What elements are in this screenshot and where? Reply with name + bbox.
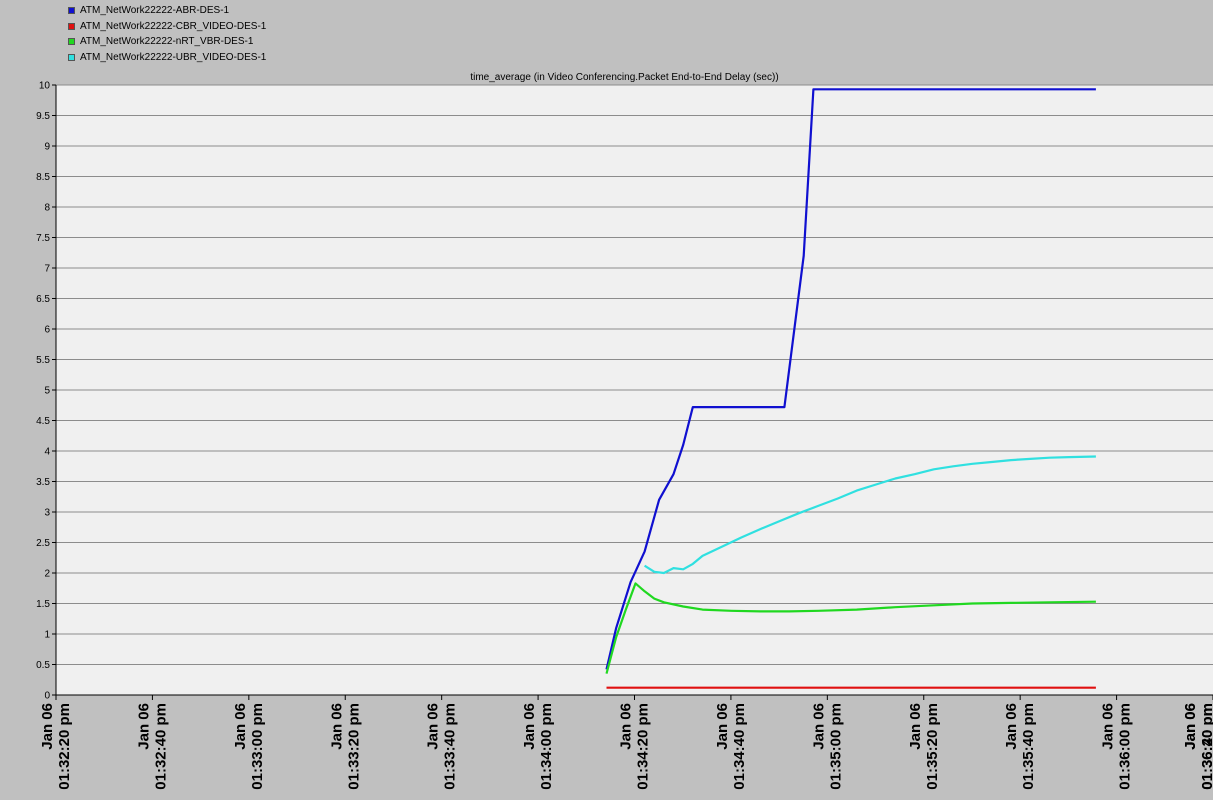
y-tick-label: 6	[44, 325, 50, 336]
y-tick-label: 0	[44, 691, 50, 702]
x-tick-label: Jan 06 01:35:20 pm	[907, 703, 941, 790]
x-tick-label-date: Jan 06	[521, 703, 538, 750]
y-tick-label: 0.5	[36, 660, 50, 671]
y-tick-label: 5.5	[36, 355, 50, 366]
y-tick-label: 7	[44, 264, 50, 275]
x-tick-label: Jan 0601:36:40 pm	[1182, 703, 1213, 790]
y-tick-label: 4	[44, 447, 50, 458]
x-tick-label-date: Jan 06	[714, 703, 731, 750]
x-tick-label: Jan 06 01:34:40 pm	[714, 703, 748, 790]
x-tick-label-time: 01:33:40 pm	[442, 703, 459, 790]
x-tick-label: Jan 06 01:33:40 pm	[425, 703, 459, 790]
y-tick-label: 9	[44, 142, 50, 153]
x-tick-label-time: 01:35:00 pm	[827, 703, 844, 790]
x-tick-label-time: 01:34:20 pm	[635, 703, 652, 790]
x-tick-label: Jan 06 01:34:20 pm	[618, 703, 652, 790]
x-tick-label-time: 01:34:00 pm	[538, 703, 555, 790]
x-tick-label: Jan 06 01:33:20 pm	[328, 703, 362, 790]
x-tick-label-time: 01:34:40 pm	[731, 703, 748, 790]
x-tick-label-date: Jan 06	[1182, 703, 1199, 750]
x-tick-label-date: Jan 06	[618, 703, 635, 750]
y-tick-label: 1	[44, 630, 50, 641]
y-tick-label: 2	[44, 569, 50, 580]
y-tick-label: 10	[39, 81, 51, 92]
y-tick-label: 1.5	[36, 599, 50, 610]
chart-svg: 0 0.5 1 1.5 2 2.5 3 3.5 4 4.5 5 5.5 6 6.5 7 7.5 8 8.5 9 9.5…	[36, 72, 1213, 790]
y-tick-label: 5	[44, 386, 50, 397]
x-tick-label: Jan 06 01:32:40 pm	[135, 703, 169, 790]
y-tick-label: 4.5	[36, 416, 50, 427]
x-tick-label-time: 01:33:20 pm	[345, 703, 362, 790]
x-tick-label-time: 01:35:20 pm	[924, 703, 941, 790]
chart-title: time_average (in Video Conferencing.Pack…	[470, 72, 778, 83]
x-tick-label-date: Jan 06	[232, 703, 249, 750]
y-tick-label: 6.5	[36, 294, 50, 305]
x-tick-label: Jan 06 01:33:00 pm	[232, 703, 266, 790]
x-tick-label-time: 01:36:40 pm	[1199, 703, 1213, 790]
x-tick-label-date: Jan 06	[425, 703, 442, 750]
y-tick-label: 9.5	[36, 111, 50, 122]
y-tick-label: 8	[44, 203, 50, 214]
x-tick-label: Jan 06 01:32:20 pm	[39, 703, 73, 790]
x-tick-label-date: Jan 06	[135, 703, 152, 750]
y-tick-label: 3.5	[36, 477, 50, 488]
x-tick-label-date: Jan 06	[810, 703, 827, 750]
y-tick-label: 8.5	[36, 172, 50, 183]
x-tick-label-date: Jan 06	[1003, 703, 1020, 750]
x-tick-label-time: 01:32:20 pm	[56, 703, 73, 790]
x-tick-label-time: 01:33:00 pm	[249, 703, 266, 790]
x-tick-label-time: 01:35:40 pm	[1020, 703, 1037, 790]
x-tick-label-time: 01:32:40 pm	[152, 703, 169, 790]
x-tick-label-date: Jan 06	[1100, 703, 1117, 750]
x-tick-label: Jan 06 01:35:00 pm	[810, 703, 844, 790]
x-tick-label: Jan 06 01:36:00 pm	[1100, 703, 1134, 790]
x-tick-label: Jan 06 01:35:40 pm	[1003, 703, 1037, 790]
y-tick-label: 2.5	[36, 538, 50, 549]
y-tick-label: 3	[44, 508, 50, 519]
x-tick-label-date: Jan 06	[39, 703, 56, 750]
y-tick-label: 7.5	[36, 233, 50, 244]
x-tick-label-date: Jan 06	[907, 703, 924, 750]
x-tick-label: Jan 06 01:34:00 pm	[521, 703, 555, 790]
x-tick-label-time: 01:36:00 pm	[1117, 703, 1134, 790]
x-tick-label-date: Jan 06	[328, 703, 345, 750]
